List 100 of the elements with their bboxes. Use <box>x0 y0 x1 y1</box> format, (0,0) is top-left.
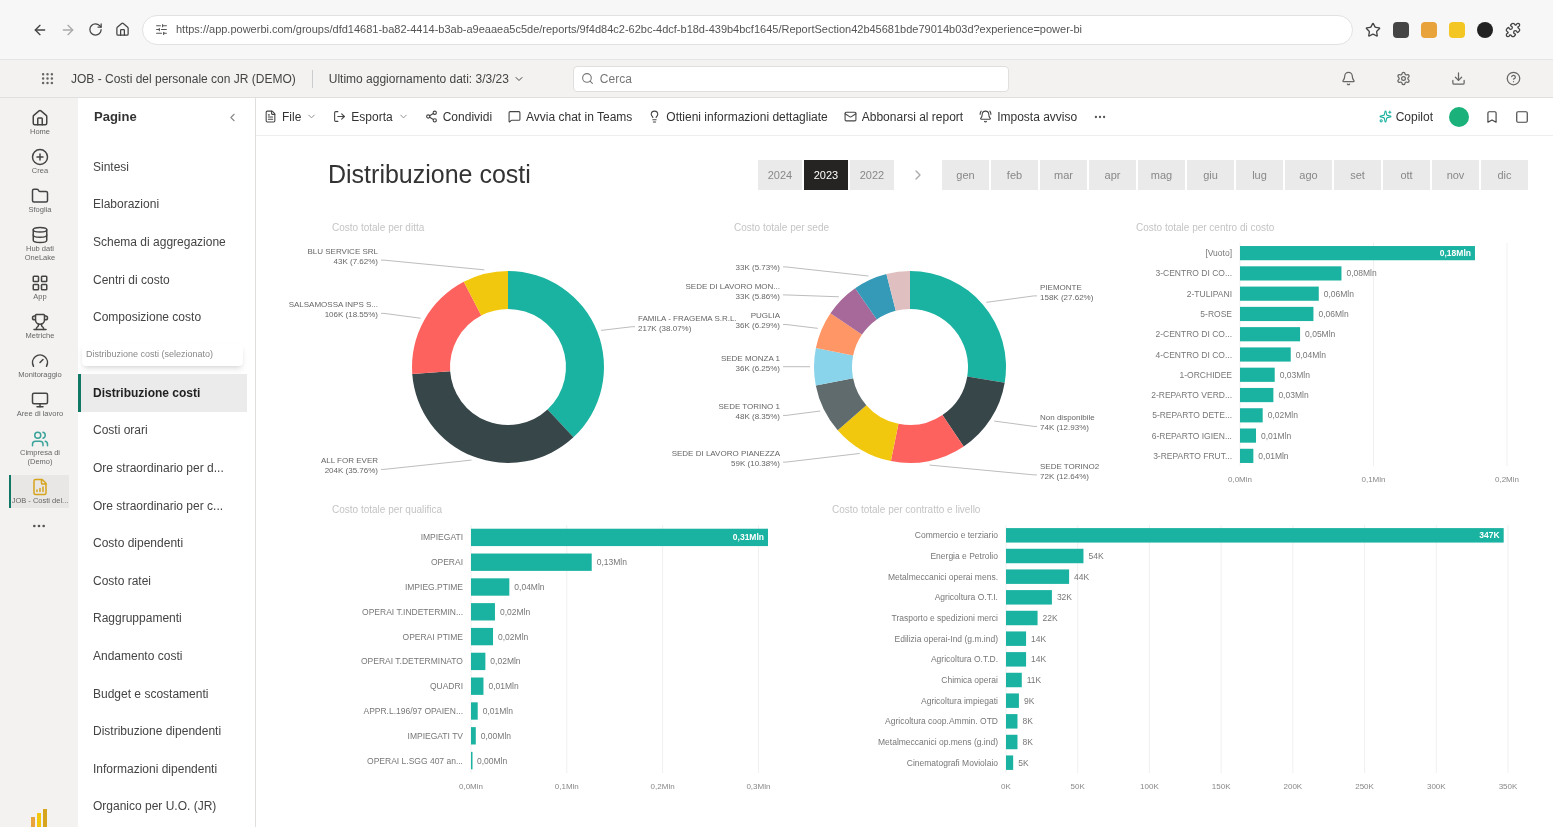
value-label: 0,02Mln <box>499 606 531 617</box>
leader-line <box>782 410 821 416</box>
year-slicer-item[interactable]: 2023 <box>804 159 848 190</box>
help-icon[interactable] <box>1506 71 1521 86</box>
bar <box>471 602 495 620</box>
data-label: SEDE DI LAVORO MON... 33K (5.86%) <box>685 281 780 301</box>
data-label: SALSAMOSSA INPS S... 106K (18.55%) <box>288 299 378 319</box>
data-label: Non disponibile 74K (12.93%) <box>1040 412 1095 432</box>
toolbar-button[interactable]: Ottieni informazioni dettagliate <box>648 107 828 126</box>
leader-line <box>782 323 819 329</box>
search-field[interactable]: Cerca <box>572 65 1009 92</box>
page-tab[interactable]: Sintesi <box>78 148 247 186</box>
toolbar-button[interactable]: Abbonarsi al report <box>843 107 964 126</box>
data-label: SEDE MONZA 1 36K (6.25%) <box>720 353 780 373</box>
leader-line <box>782 293 840 297</box>
donut-slice <box>830 287 877 334</box>
category-label: Agricoltura impiegati <box>921 695 998 706</box>
data-label: SEDE DI LAVORO PIANEZZA 59K (10.38%) <box>671 448 780 468</box>
page-tab[interactable]: Composizione costo <box>78 298 247 336</box>
page-tab[interactable]: Informazioni dipendenti <box>78 749 247 788</box>
app-launcher-icon[interactable] <box>40 71 55 86</box>
category-label: 1-ORCHIDEE <box>1179 369 1232 380</box>
value-label: 44K <box>1074 571 1090 582</box>
toolbar-button[interactable]: Avvia chat in Teams <box>508 107 633 126</box>
value-label: 0,01Mln <box>1258 450 1289 461</box>
report-title: Distribuzione costi <box>328 159 532 190</box>
data-label: BLU SERVICE SRL 43K (7.62%) <box>307 246 378 266</box>
value-label: 22K <box>1042 612 1058 623</box>
category-label: OPERAI L.SGG 407 an... <box>367 755 463 766</box>
bar <box>471 701 478 720</box>
category-label: IMPIEGATI <box>420 531 463 542</box>
panel-title: Pagine <box>94 108 137 127</box>
avatar-icon[interactable] <box>1449 106 1469 127</box>
address-bar[interactable]: https://app.powerbi.com/groups/dfd14681-ba82-4414-b3ab-a9eaaea5c5de/reports/9f4d84c2-62bc-4dcf-b18d-439b4bcf1645/ReportSection42b45681bde79014b03d?experience=power-bi <box>142 14 1353 45</box>
extension-icon[interactable] <box>1477 21 1493 38</box>
page-tab[interactable]: Distribuzione costi <box>78 373 247 412</box>
bar <box>1006 754 1014 770</box>
category-label: 2-TULIPANI <box>1186 288 1232 299</box>
page-tab[interactable]: Schema di aggregazione <box>78 223 247 261</box>
home-icon[interactable] <box>115 22 130 37</box>
value-label: 0,02Mln <box>498 631 529 642</box>
value-label: 32K <box>1056 591 1072 602</box>
category-label: 2-CENTRO DI CO... <box>1155 328 1232 339</box>
category-label: QUADRI <box>429 680 463 691</box>
view-icon[interactable] <box>1515 109 1529 124</box>
page-tab[interactable]: Andamento costi <box>78 637 247 675</box>
page-tab[interactable]: Ore straordinario per d... <box>78 449 247 487</box>
value-label: 0,01Mln <box>482 705 513 716</box>
site-settings-icon[interactable] <box>155 23 168 36</box>
page-tab[interactable]: Costi orari <box>78 411 247 450</box>
toolbar-button[interactable]: File <box>264 107 318 126</box>
page-tab[interactable]: Centri di costo <box>78 260 247 299</box>
value-label: 0,02Mln <box>1267 409 1298 420</box>
copilot-button[interactable]: Copilot <box>1378 107 1433 126</box>
report-icon <box>31 478 49 496</box>
data-label: ALL FOR EVER 204K (35.76%) <box>320 455 378 475</box>
leader-line <box>600 325 636 331</box>
page-tab[interactable]: Organico per U.O. (JR) <box>78 787 247 826</box>
donut-slice <box>814 347 854 385</box>
reload-icon[interactable] <box>88 22 103 37</box>
settings-icon[interactable] <box>1396 71 1411 86</box>
last-update-dropdown[interactable]: Ultimo aggiornamento dati: 3/3/23 <box>328 69 525 88</box>
category-label: 4-CENTRO DI CO... <box>1155 349 1232 359</box>
axis-tick-label: 300K <box>1426 781 1446 791</box>
page-tab[interactable]: Budget e scostamenti <box>78 674 247 713</box>
axis-tick-label: 0,0Mln <box>459 781 483 791</box>
page-tab[interactable]: Raggruppamenti <box>78 599 247 638</box>
value-label: 0,18Mln <box>1439 247 1471 258</box>
bar <box>1006 672 1022 687</box>
toolbar-button[interactable]: Condividi <box>424 107 493 126</box>
category-label: 2-REPARTO VERD... <box>1151 389 1232 400</box>
page-tab[interactable]: Costo dipendenti <box>78 524 247 562</box>
value-label: 347K <box>1479 529 1500 540</box>
bookmark-icon[interactable] <box>1485 109 1499 124</box>
data-label: FAMILA - FRAGEMA S.R.L. 217K (38.07%) <box>638 313 737 333</box>
page-tab[interactable]: Costo ratei <box>78 561 247 600</box>
download-icon[interactable] <box>1451 71 1466 86</box>
donut-slice <box>837 404 899 461</box>
category-label: Cinematografi Moviolaio <box>906 757 998 768</box>
category-label: IMPIEGATI TV <box>407 730 463 741</box>
data-label: 33K (5.73%) <box>735 262 780 272</box>
toolbar-button[interactable]: Esporta <box>333 107 409 126</box>
data-label: PIEMONTE 158K (27.62%) <box>1040 282 1094 302</box>
notifications-icon[interactable] <box>1341 71 1356 86</box>
page-tab[interactable]: Distribuzione dipendenti <box>78 712 247 750</box>
create-icon <box>31 148 49 166</box>
extension-icon[interactable] <box>1393 21 1409 38</box>
star-icon[interactable] <box>1365 21 1381 38</box>
axis-tick-label: 200K <box>1283 781 1303 791</box>
value-label: 0,02Mln <box>490 655 521 666</box>
category-label: Agricoltura coop.Ammin. OTD <box>885 715 998 726</box>
bar <box>1006 734 1018 749</box>
toolbar-button[interactable]: Imposta avviso <box>979 107 1078 126</box>
category-label: 3-REPARTO FRUT... <box>1153 450 1232 461</box>
category-label: APPR.L.196/97 OPAIEN... <box>363 705 463 716</box>
page-tab[interactable]: Elaborazioni <box>78 185 247 224</box>
bar <box>1006 589 1052 605</box>
extensions-icon[interactable] <box>1505 21 1521 38</box>
page-tab[interactable]: Ore straordinario per c... <box>78 486 247 525</box>
value-label: 0,00Mln <box>480 730 512 741</box>
